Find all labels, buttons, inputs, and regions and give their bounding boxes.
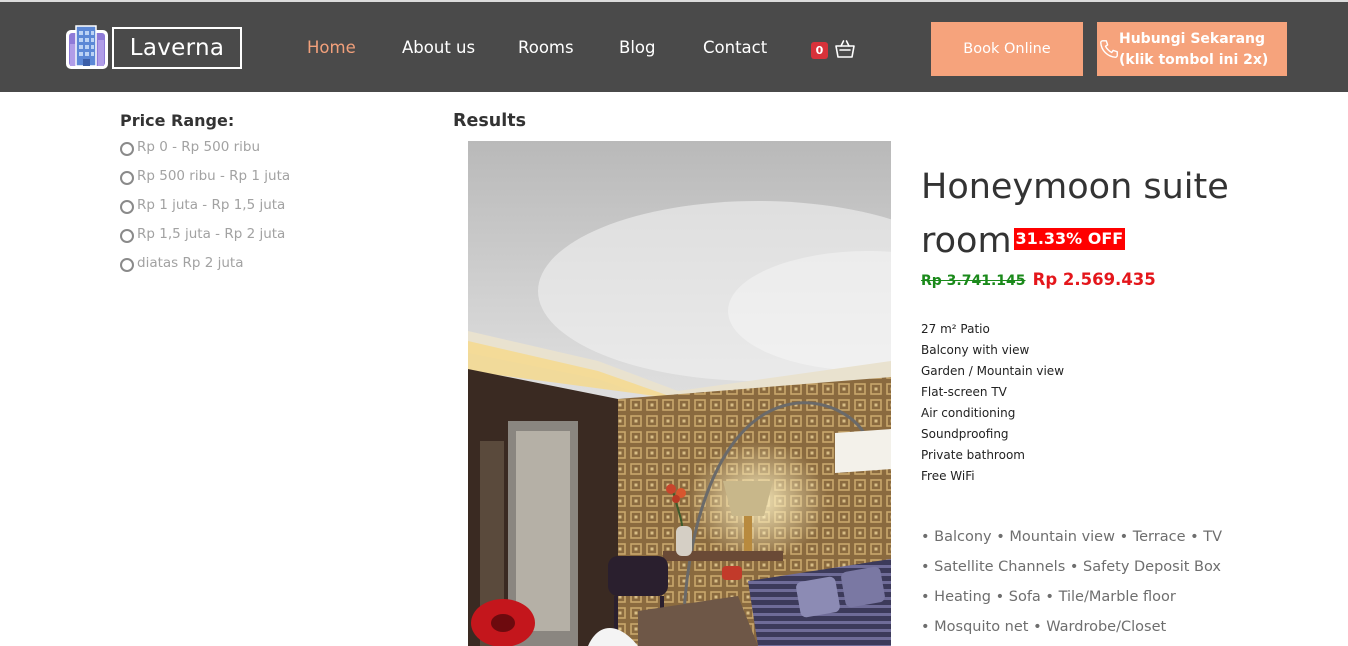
nav-about-us[interactable]: About us: [402, 38, 475, 57]
cart-count-badge: 0: [811, 42, 828, 59]
brand-logo[interactable]: Laverna: [112, 27, 242, 69]
nav-home[interactable]: Home: [307, 38, 356, 57]
discount-badge: 31.33% OFF: [1013, 228, 1126, 250]
amenity-line: • Mosquito net • Wardrobe/Closet: [921, 619, 1167, 635]
hotel-building-icon[interactable]: [65, 24, 109, 70]
price-option-above-2jt[interactable]: diatas Rp 2 juta: [120, 255, 290, 284]
price-option-0-500rb[interactable]: Rp 0 - Rp 500 ribu: [120, 139, 290, 168]
price-option-label: diatas Rp 2 juta: [137, 255, 244, 271]
room-amenities: • Balcony • Mountain view • Terrace • TV…: [921, 522, 1222, 642]
feature-item: Garden / Mountain view: [921, 364, 1065, 378]
price-option-500rb-1jt[interactable]: Rp 500 ribu - Rp 1 juta: [120, 168, 290, 197]
amenity-line: • Balcony • Mountain view • Terrace • TV: [921, 529, 1223, 545]
radio-button-icon[interactable]: [120, 200, 134, 214]
price-option-label: Rp 0 - Rp 500 ribu: [137, 139, 261, 155]
cart-button[interactable]: 0: [811, 38, 855, 62]
original-price: Rp 3.741.145: [921, 273, 1026, 289]
radio-button-icon[interactable]: [120, 171, 134, 185]
amenity-line: • Satellite Channels • Safety Deposit Bo…: [921, 559, 1221, 575]
room-features: 27 m² Patio Balcony with view Garden / M…: [921, 320, 1064, 488]
filter-title: Price Range:: [120, 111, 235, 130]
site-header: Laverna Home About us Rooms Blog Contact…: [0, 0, 1348, 92]
results-title: Results: [453, 111, 526, 131]
feature-item: 27 m² Patio: [921, 322, 990, 336]
price-option-1jt-1-5jt[interactable]: Rp 1 juta - Rp 1,5 juta: [120, 197, 290, 226]
room-photo-image: [468, 141, 891, 646]
call-now-label: Hubungi Sekarang (klik tombol ini 2x): [1119, 31, 1269, 68]
shopping-basket-icon: [835, 40, 855, 58]
book-online-button[interactable]: Book Online: [931, 22, 1083, 76]
radio-button-icon[interactable]: [120, 258, 134, 272]
feature-item: Flat-screen TV: [921, 385, 1007, 399]
discounted-price: Rp 2.569.435: [1032, 270, 1156, 289]
brand-name: Laverna: [129, 35, 225, 61]
feature-item: Private bathroom: [921, 448, 1025, 462]
call-now-button[interactable]: Hubungi Sekarang (klik tombol ini 2x): [1097, 22, 1287, 76]
amenity-line: • Heating • Sofa • Tile/Marble floor: [921, 589, 1176, 605]
phone-icon: [1100, 40, 1118, 58]
price-option-label: Rp 500 ribu - Rp 1 juta: [137, 168, 291, 184]
radio-button-icon[interactable]: [120, 142, 134, 156]
feature-item: Soundproofing: [921, 427, 1009, 441]
price-option-1-5jt-2jt[interactable]: Rp 1,5 juta - Rp 2 juta: [120, 226, 290, 255]
room-photo[interactable]: [468, 141, 891, 646]
room-card-title: Honeymoon suite room 31.33% OFF: [921, 160, 1251, 268]
nav-rooms[interactable]: Rooms: [518, 38, 574, 57]
price-option-label: Rp 1 juta - Rp 1,5 juta: [137, 197, 286, 213]
feature-item: Air conditioning: [921, 406, 1016, 420]
price-option-label: Rp 1,5 juta - Rp 2 juta: [137, 226, 286, 242]
price-range-list: Rp 0 - Rp 500 ribu Rp 500 ribu - Rp 1 ju…: [120, 139, 290, 284]
nav-blog[interactable]: Blog: [619, 38, 655, 57]
feature-item: Free WiFi: [921, 469, 975, 483]
price-row: Rp 3.741.145 Rp 2.569.435: [921, 270, 1156, 289]
feature-item: Balcony with view: [921, 343, 1030, 357]
nav-contact[interactable]: Contact: [703, 38, 767, 57]
radio-button-icon[interactable]: [120, 229, 134, 243]
